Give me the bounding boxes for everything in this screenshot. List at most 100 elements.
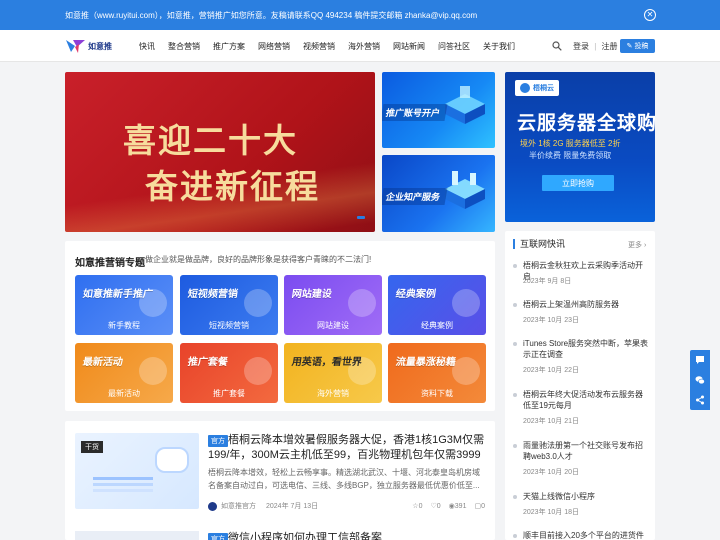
nav-item-network-marketing[interactable]: 网络营销: [258, 41, 290, 52]
promo-banner-ip[interactable]: 企业知产服务: [382, 155, 495, 232]
logo-text: 如意推: [88, 41, 112, 51]
share-icon[interactable]: [695, 395, 705, 405]
topic-card-title: 经典案例: [394, 289, 437, 300]
news-date: 2023年 10月 22日: [523, 367, 580, 374]
chat-icon[interactable]: [695, 355, 705, 365]
news-title[interactable]: iTunes Store服务突然中断，苹果表示正在调查: [523, 338, 649, 360]
nav-item-overseas-marketing[interactable]: 海外营销: [348, 41, 380, 52]
cloud-illustration-icon: [155, 447, 189, 473]
favorite-stat[interactable]: ☆0: [412, 502, 422, 510]
news-bullet: [513, 342, 517, 346]
topic-card-packages[interactable]: 推广套餐 推广套餐: [180, 343, 278, 403]
topics-panel: 如意推营销专题 做企业就是做品牌，良好的品牌形象是获得客户青睐的不二法门! 如意…: [65, 241, 495, 411]
floating-toolbar: [690, 350, 710, 410]
cloud-logo-icon: [520, 83, 530, 93]
topic-card-title: 短视频营销: [186, 289, 239, 300]
main-banner[interactable]: 喜迎二十大 奋进新征程: [65, 72, 375, 232]
view-count: 391: [454, 503, 467, 510]
news-title[interactable]: 天猫上线微信小程序: [523, 491, 649, 502]
news-date: 2023年 10月 21日: [523, 418, 580, 425]
news-date: 2023年 9月 8日: [523, 278, 572, 285]
like-stat[interactable]: ♡0: [430, 502, 440, 510]
gift-illustration-icon: [139, 357, 167, 385]
promo-banner-account[interactable]: 推广账号开户: [382, 72, 495, 148]
topic-card-label: 资料下载: [421, 389, 453, 398]
article-thumbnail[interactable]: [75, 531, 199, 540]
topic-card-title: 最新活动: [81, 357, 124, 368]
cloud-server-ad[interactable]: 梧桐云 云服务器全球购 境外 1核 2G 服务器低至 2折 半价续费 限量免费领…: [505, 72, 655, 222]
news-sidebar: 互联网快讯 更多 › 梧桐云金秋狂欢上云采购季活动开启 2023年 9月 8日 …: [505, 231, 655, 540]
topic-card-downloads[interactable]: 流量暴涨秘籍 资料下载: [388, 343, 486, 403]
topic-card-label: 最新活动: [108, 389, 140, 398]
topic-card-activities[interactable]: 最新活动 最新活动: [75, 343, 173, 403]
topic-card-overseas[interactable]: 用英语，看世界 海外营销: [284, 343, 382, 403]
wechat-icon[interactable]: [695, 375, 705, 385]
topic-card-label: 海外营销: [317, 389, 349, 398]
trophy-illustration-icon: [452, 289, 480, 317]
favorite-count: 0: [418, 503, 423, 510]
search-icon[interactable]: [552, 40, 562, 51]
register-link[interactable]: 注册: [602, 42, 618, 51]
article-date: 2024年 7月 13日: [266, 503, 319, 510]
article-feed: 干货 官方 梧桐云降本增效暑假服务器大促，香港1核1G3M仅需199/年，300…: [65, 421, 495, 540]
topic-card-title: 如意推新手推广: [81, 289, 154, 300]
news-title[interactable]: 梧桐云上架温州高防服务器: [523, 299, 649, 310]
article-title[interactable]: 梧桐云降本增效暑假服务器大促，香港1核1G3M仅需199/年，300M云主机低至…: [208, 433, 488, 463]
login-link[interactable]: 登录: [573, 42, 589, 51]
package-illustration-icon: [244, 357, 272, 385]
news-title[interactable]: 雨量驰法册第一个社交账号发布招聘web3.0人才: [523, 440, 649, 462]
topic-card-cases[interactable]: 经典案例 经典案例: [388, 275, 486, 335]
post-button-label: 投稿: [634, 43, 649, 50]
article-author[interactable]: 如意推官方: [221, 501, 256, 511]
ad-brand: 梧桐云: [515, 80, 559, 96]
news-title[interactable]: 梧桐云年终大促活动发布云服务器低至19元每月: [523, 389, 649, 411]
comment-stat[interactable]: ▢0: [474, 502, 485, 510]
ad-subline-2: 半价续费 限量免费领取: [529, 151, 612, 160]
logo-mark-icon: [65, 38, 87, 54]
article-excerpt: 梧桐云降本增效，轻松上云畅享事。精选湖北武汉、十堰、河北泰皇岛机房域名备案自动过…: [208, 468, 480, 490]
banner-slogan-line1: 喜迎二十大: [123, 121, 298, 160]
news-more-link[interactable]: 更多 ›: [628, 240, 646, 250]
notice-bar: 如意推（www.ruyitui.com），如意推，营销推广如您所意。友稿请联系Q…: [0, 0, 720, 30]
promo-banner-ip-label: 企业知产服务: [382, 188, 448, 205]
chart-illustration-icon: [452, 357, 480, 385]
news-date: 2023年 10月 18日: [523, 509, 580, 516]
topic-card-beginner[interactable]: 如意推新手推广 新手教程: [75, 275, 173, 335]
topic-card-short-video[interactable]: 短视频营销 短视频营销: [180, 275, 278, 335]
nav-item-integrated-marketing[interactable]: 整合营销: [168, 41, 200, 52]
nav-item-about-us[interactable]: 关于我们: [483, 41, 515, 52]
carousel-indicator[interactable]: [357, 216, 365, 219]
news-bullet: [513, 534, 517, 538]
article-thumbnail[interactable]: 干货: [75, 433, 199, 509]
ad-buy-button[interactable]: 立即抢购: [542, 175, 614, 191]
topic-card-title: 用英语，看世界: [290, 357, 363, 368]
site-logo[interactable]: 如意推: [65, 38, 112, 54]
comment-count: 0: [481, 503, 485, 510]
topic-card-title: 流量暴涨秘籍: [394, 357, 457, 368]
article-meta: 如意推官方 2024年 7月 13日 ☆0 ♡0 ◉391 ▢0: [208, 501, 485, 511]
news-bullet: [513, 495, 517, 499]
news-heading: 互联网快讯: [513, 239, 565, 249]
nav-item-promotion-plan[interactable]: 推广方案: [213, 41, 245, 52]
news-title[interactable]: 顺丰目前接入20多个平台的进货件业务: [523, 530, 649, 540]
isometric-platform-icon: [445, 86, 485, 124]
topics-title: 如意推营销专题: [75, 258, 145, 269]
notice-text: 如意推（www.ruyitui.com），如意推，营销推广如您所意。友稿请联系Q…: [65, 11, 478, 20]
topic-card-website[interactable]: 网站建设 网站建设: [284, 275, 382, 335]
article-tag: 干货: [81, 441, 103, 453]
nav-item-video-marketing[interactable]: 视频营销: [303, 41, 335, 52]
nav-item-kuaixun[interactable]: 快讯: [139, 41, 155, 52]
close-circle-icon[interactable]: ✕: [644, 9, 656, 21]
news-more-label: 更多: [628, 242, 642, 249]
post-button[interactable]: ✎ 投稿: [620, 39, 655, 53]
news-date: 2023年 10月 23日: [523, 317, 580, 324]
author-avatar[interactable]: [208, 501, 217, 511]
topic-card-title: 网站建设: [290, 289, 333, 300]
news-bullet: [513, 444, 517, 448]
news-bullet: [513, 264, 517, 268]
nav-item-qa-community[interactable]: 问答社区: [438, 41, 470, 52]
nav-item-site-news[interactable]: 网站新闻: [393, 41, 425, 52]
megaphone-illustration-icon: [244, 289, 272, 317]
topics-subtitle: 做企业就是做品牌，良好的品牌形象是获得客户青睐的不二法门!: [145, 255, 372, 264]
article-title[interactable]: 微信小程序如何办理工信部备案: [208, 531, 488, 540]
